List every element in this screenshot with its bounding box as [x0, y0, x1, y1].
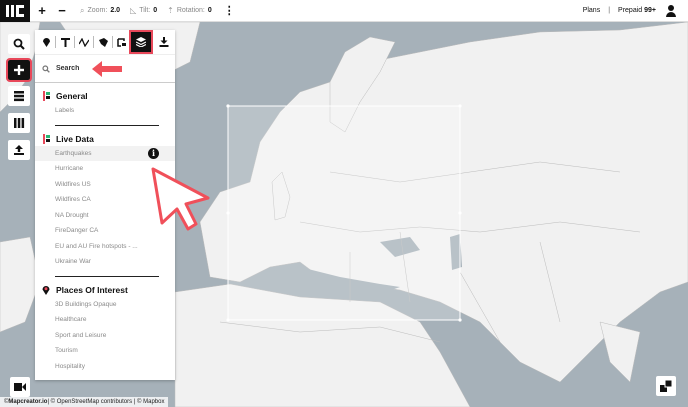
tab-layers[interactable]	[129, 30, 153, 54]
mapcreator-link[interactable]: Mapcreator.io	[8, 399, 47, 405]
add-button[interactable]	[6, 58, 32, 82]
list-item[interactable]: Sport and Leisure	[35, 328, 175, 344]
prepaid-label: Prepaid	[618, 7, 643, 14]
minimap-button[interactable]	[656, 376, 676, 396]
item-label: Labels	[55, 107, 75, 115]
tab-divider	[74, 36, 75, 48]
tilt-readout: ◺ Tilt: 0	[130, 6, 157, 15]
item-label: Sport and Leisure	[55, 331, 107, 339]
item-label: Hurricane	[55, 165, 84, 173]
tab-divider	[55, 36, 56, 48]
video-icon	[14, 383, 26, 391]
prepaid-count: 99+	[644, 7, 656, 14]
divider	[55, 275, 159, 277]
logo[interactable]	[0, 0, 30, 22]
list-item[interactable]: Earthquakes i	[35, 145, 175, 161]
section-title: General	[56, 91, 88, 101]
item-label: NA Drought	[55, 211, 89, 219]
upload-icon	[14, 145, 24, 155]
item-label: EU and AU Fire hotspots - ...	[55, 242, 138, 250]
section-title: Places Of Interest	[56, 284, 128, 295]
zoom-out-button[interactable]: −	[54, 0, 70, 22]
search-icon	[42, 64, 50, 73]
more-icon[interactable]: ⋮	[224, 4, 235, 17]
item-label: 3D Buildings Opaque	[55, 300, 117, 308]
item-label: Tourism	[55, 347, 78, 355]
map-attribution: © Mapcreator.io | © OpenStreetMap contri…	[0, 397, 169, 407]
tab-frame[interactable]	[115, 34, 129, 50]
cursor-pointer	[151, 167, 210, 231]
section-live-data[interactable]: Live Data	[35, 132, 175, 146]
tab-polygon[interactable]	[96, 34, 110, 50]
minimap-icon	[660, 380, 672, 392]
tilt-label: Tilt:	[139, 7, 151, 14]
list-item[interactable]: Healthcare	[35, 312, 175, 328]
layers-list-icon	[14, 91, 24, 102]
tilt-icon: ◺	[130, 6, 137, 15]
rotation-icon: ⇡	[167, 6, 174, 15]
zoom-label: Zoom:	[87, 7, 108, 14]
library-button[interactable]	[8, 113, 30, 133]
layers-list-button[interactable]	[8, 86, 30, 106]
arrow-pointer	[92, 61, 122, 77]
zoom-value[interactable]: 2.0	[110, 7, 120, 14]
plans-link[interactable]: Plans	[583, 7, 601, 14]
item-label: FireDanger CA	[55, 227, 99, 235]
search-button[interactable]	[8, 34, 30, 54]
info-icon[interactable]: i	[148, 147, 159, 159]
section-title: Live Data	[56, 133, 94, 144]
tab-text[interactable]	[58, 34, 72, 50]
live-data-icon	[43, 133, 50, 144]
item-label: Hospitality	[55, 362, 85, 370]
polygon-icon	[99, 37, 108, 47]
list-item[interactable]: Hospitality	[35, 359, 175, 375]
section-places-of-interest[interactable]: Places Of Interest	[35, 283, 175, 297]
item-label: Earthquakes	[55, 149, 92, 157]
item-label: Ukraine War	[55, 258, 91, 266]
list-item[interactable]: EU and AU Fire hotspots - ...	[35, 239, 175, 255]
user-icon[interactable]	[664, 4, 678, 18]
zoom-in-button[interactable]: +	[34, 0, 50, 22]
rotation-value[interactable]: 0	[208, 7, 212, 14]
item-label: Wildfires US	[55, 180, 91, 188]
upload-button[interactable]	[8, 140, 30, 160]
library-icon	[14, 118, 25, 128]
top-toolbar: + − ⌕ Zoom: 2.0 ◺ Tilt: 0 ⇡ Rotation: 0 …	[0, 0, 688, 22]
tab-divider	[93, 36, 94, 48]
text-icon	[60, 37, 70, 47]
list-item[interactable]: Labels	[35, 103, 175, 119]
marker-icon	[42, 37, 50, 47]
tab-download[interactable]	[157, 34, 171, 50]
item-label: Wildfires CA	[55, 196, 91, 204]
list-item[interactable]: Tourism	[35, 343, 175, 359]
section-general[interactable]: General	[35, 89, 175, 103]
add-icon	[14, 65, 24, 75]
search-icon	[13, 38, 25, 50]
video-button[interactable]	[10, 377, 30, 397]
tab-line[interactable]	[77, 34, 91, 50]
line-icon	[79, 37, 89, 47]
tilt-value[interactable]: 0	[153, 7, 157, 14]
tab-divider	[112, 36, 113, 48]
prepaid-link[interactable]: Prepaid 99+	[618, 7, 656, 14]
tab-marker[interactable]	[39, 34, 53, 50]
item-label: Healthcare	[55, 316, 87, 324]
zoom-readout: ⌕ Zoom: 2.0	[80, 6, 120, 16]
separator: |	[608, 7, 611, 14]
frame-icon	[117, 37, 126, 47]
layers-icon	[136, 37, 146, 47]
list-item[interactable]: 3D Buildings Opaque	[35, 297, 175, 313]
zoom-icon: ⌕	[80, 5, 85, 15]
download-icon	[159, 37, 169, 47]
panel-tabs	[35, 30, 175, 55]
pin-icon	[42, 285, 50, 295]
divider	[55, 124, 159, 126]
general-icon	[43, 91, 50, 101]
rotation-label: Rotation:	[176, 7, 205, 14]
list-item[interactable]: Ukraine War	[35, 254, 175, 270]
attribution-rest[interactable]: | © OpenStreetMap contributors | © Mapbo…	[47, 399, 164, 405]
rotation-readout: ⇡ Rotation: 0	[167, 6, 212, 15]
